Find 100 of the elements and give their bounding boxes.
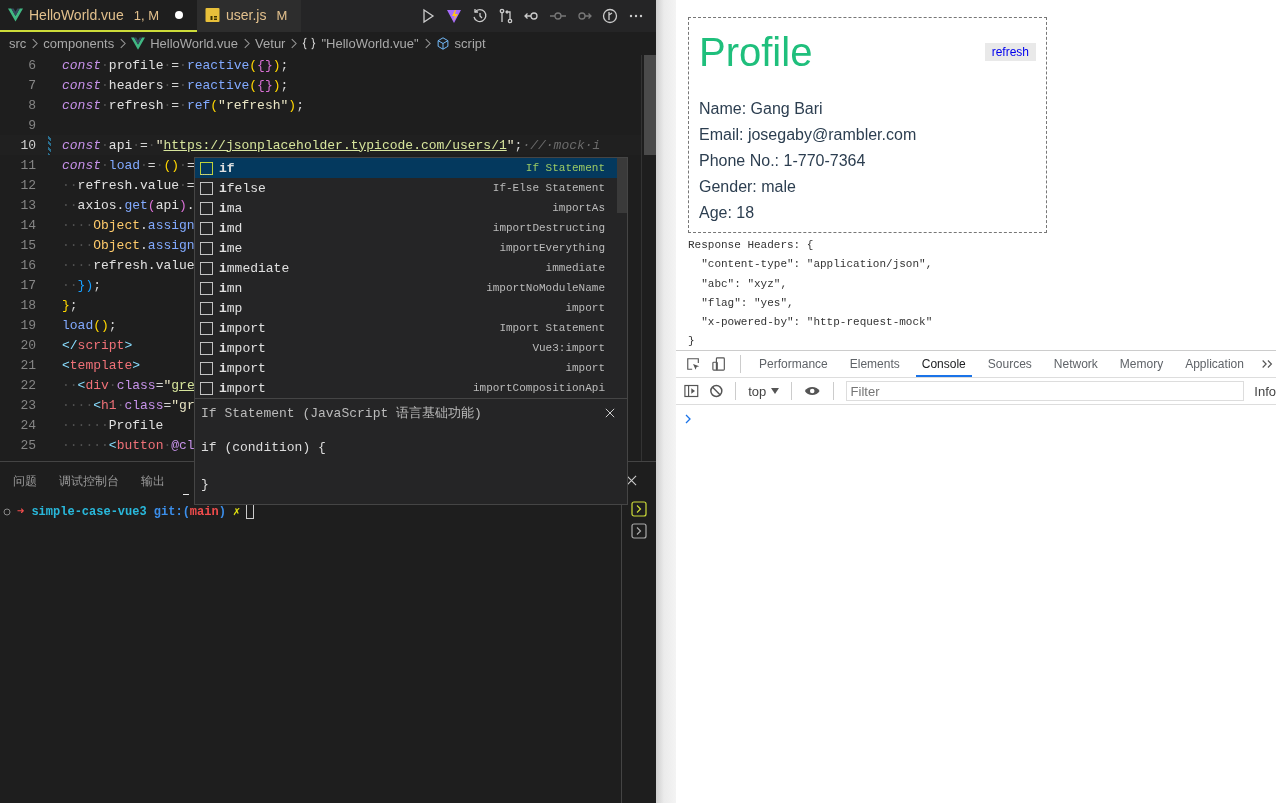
js-icon [204,8,220,22]
line-number: 13 [19,197,36,213]
snippet-icon [200,241,213,255]
snippet-icon [200,201,213,215]
refresh-button[interactable]: refresh [984,43,1036,61]
snippet-icon [200,221,213,235]
header-line: "flag": "yes", [700,295,795,311]
profile-field: Age: 18 [699,200,1036,226]
devtools-tab[interactable]: Network [1047,351,1104,377]
suggestion-item[interactable]: ima importAs [195,198,617,218]
profile-field: Phone No.: 1-770-7364 [699,148,1036,174]
line-number: 7 [27,77,36,93]
prompt-icon [684,413,692,425]
suggestion-item[interactable]: import import [195,358,617,378]
breadcrumb-item[interactable]: "HelloWorld.vue" [321,36,419,51]
levels-dropdown[interactable]: Info [1254,383,1276,399]
suggestion-item[interactable]: import Import Statement [195,318,617,338]
profile-title: Profile [699,29,813,76]
code-line: ··}); [62,277,102,293]
devtools-tab[interactable]: Sources [981,351,1038,377]
panel-tab[interactable]: 输出 [141,464,165,496]
panel-tab[interactable]: 调试控制台 [59,464,119,496]
devtools-tab[interactable]: Elements [843,351,906,377]
filter-field[interactable]: Filter [845,381,1245,401]
suggestion-item[interactable]: imn importNoModuleName [195,278,617,298]
snippet-icon [200,261,213,275]
context-dropdown[interactable]: top [748,383,780,399]
terminal-icon[interactable] [631,501,647,517]
breadcrumb-item[interactable]: script [454,36,486,51]
chevron-icon [243,38,251,49]
suggestion-item[interactable]: immediate immediate [195,258,617,278]
code-line: } [201,477,210,494]
code-line: ··axios.get(api). [62,197,195,213]
devtools-tab[interactable]: Console [915,351,972,377]
play-icon[interactable] [420,8,436,24]
close-icon[interactable] [605,408,615,418]
inspect-icon[interactable] [686,356,701,372]
editor-tab[interactable]: user.js M [196,0,302,32]
code-line: ··<div·class="gre [62,377,195,393]
chevron-icon [119,38,127,49]
code-line: ····Object.assign [62,217,195,233]
profile-field: Email: josegaby@rambler.com [699,122,1036,148]
suggestion-item[interactable]: imp import [195,298,617,318]
editor-tab[interactable]: HelloWorld.vue 1, M [0,0,197,32]
code-line: ··refresh.value·= [62,177,195,193]
terminal-icon[interactable] [631,523,647,539]
line-number: 16 [19,257,36,273]
close-icon[interactable] [626,474,637,486]
history-icon[interactable] [472,8,488,24]
bolt-icon[interactable] [446,8,462,24]
devtools-tab[interactable]: Performance [753,351,834,377]
panel-tab[interactable]: 问题 [13,464,37,496]
code-line: const·api·=·"https://jsonplaceholder.typicode.com/users/1";·//·mock·i [62,137,601,153]
header-line: "abc": "xyz", [700,276,789,292]
suggestion-item[interactable]: import importCompositionApi [195,378,617,398]
line-number: 15 [19,237,36,253]
snippet-icon [200,181,213,195]
scrollbar[interactable] [617,158,627,213]
breadcrumb-item[interactable]: components [43,36,115,51]
braces-icon [302,37,317,50]
suggestion-item[interactable]: if If Statement [195,158,617,178]
line-number: 19 [19,317,36,333]
code-line: <template> [62,357,141,373]
snippet-icon [200,281,213,295]
profile-field: Name: Gang Bari [699,96,1036,122]
eye-icon[interactable] [804,385,821,397]
line-number: 22 [19,377,36,393]
line-number: 25 [19,437,36,453]
line-number: 9 [27,117,36,133]
header-line: "content-type": "application/json", [700,257,934,273]
code-line: const·refresh·=·ref("refresh"); [62,97,304,113]
code-line: load(); [62,317,117,333]
suggestion-item[interactable]: ifelse If-Else Statement [195,178,617,198]
breadcrumb-item[interactable]: HelloWorld.vue [150,36,239,51]
devtools-tab[interactable]: Application [1179,351,1250,377]
chevron-icon [423,38,431,49]
circle-icon [3,508,11,516]
change-marker [47,135,51,155]
snippet-icon [200,161,213,175]
device-icon[interactable] [712,356,727,372]
breadcrumb-item[interactable]: Vetur [255,36,286,51]
terminal-prompt: ➜ simple-case-vue3 git:(main) ✗ [17,504,241,519]
unsaved-dot-icon [174,11,183,19]
breadcrumb-item[interactable]: src [9,36,27,51]
header-line: Response Headers: { [688,238,815,253]
header-line: } [688,334,696,350]
details-title: If Statement (JavaScript 语言基础功能) [201,405,482,422]
code-line: }; [62,297,78,313]
suggestion-item[interactable]: import Vue3:import [195,338,617,358]
code-line: ····refresh.value [62,257,195,273]
clear-icon[interactable] [708,383,724,399]
suggestion-item[interactable]: ime importEverything [195,238,617,258]
code-line: ······<button·@cl [62,437,195,453]
snippet-icon [200,301,213,315]
compare-icon[interactable] [498,8,514,24]
devtools-tab[interactable]: Memory [1113,351,1170,377]
sidebar-icon[interactable] [684,383,699,399]
cube-icon [435,37,450,50]
code-line: const·headers·=·reactive({}); [62,77,289,93]
suggestion-item[interactable]: imd importDestructing [195,218,617,238]
